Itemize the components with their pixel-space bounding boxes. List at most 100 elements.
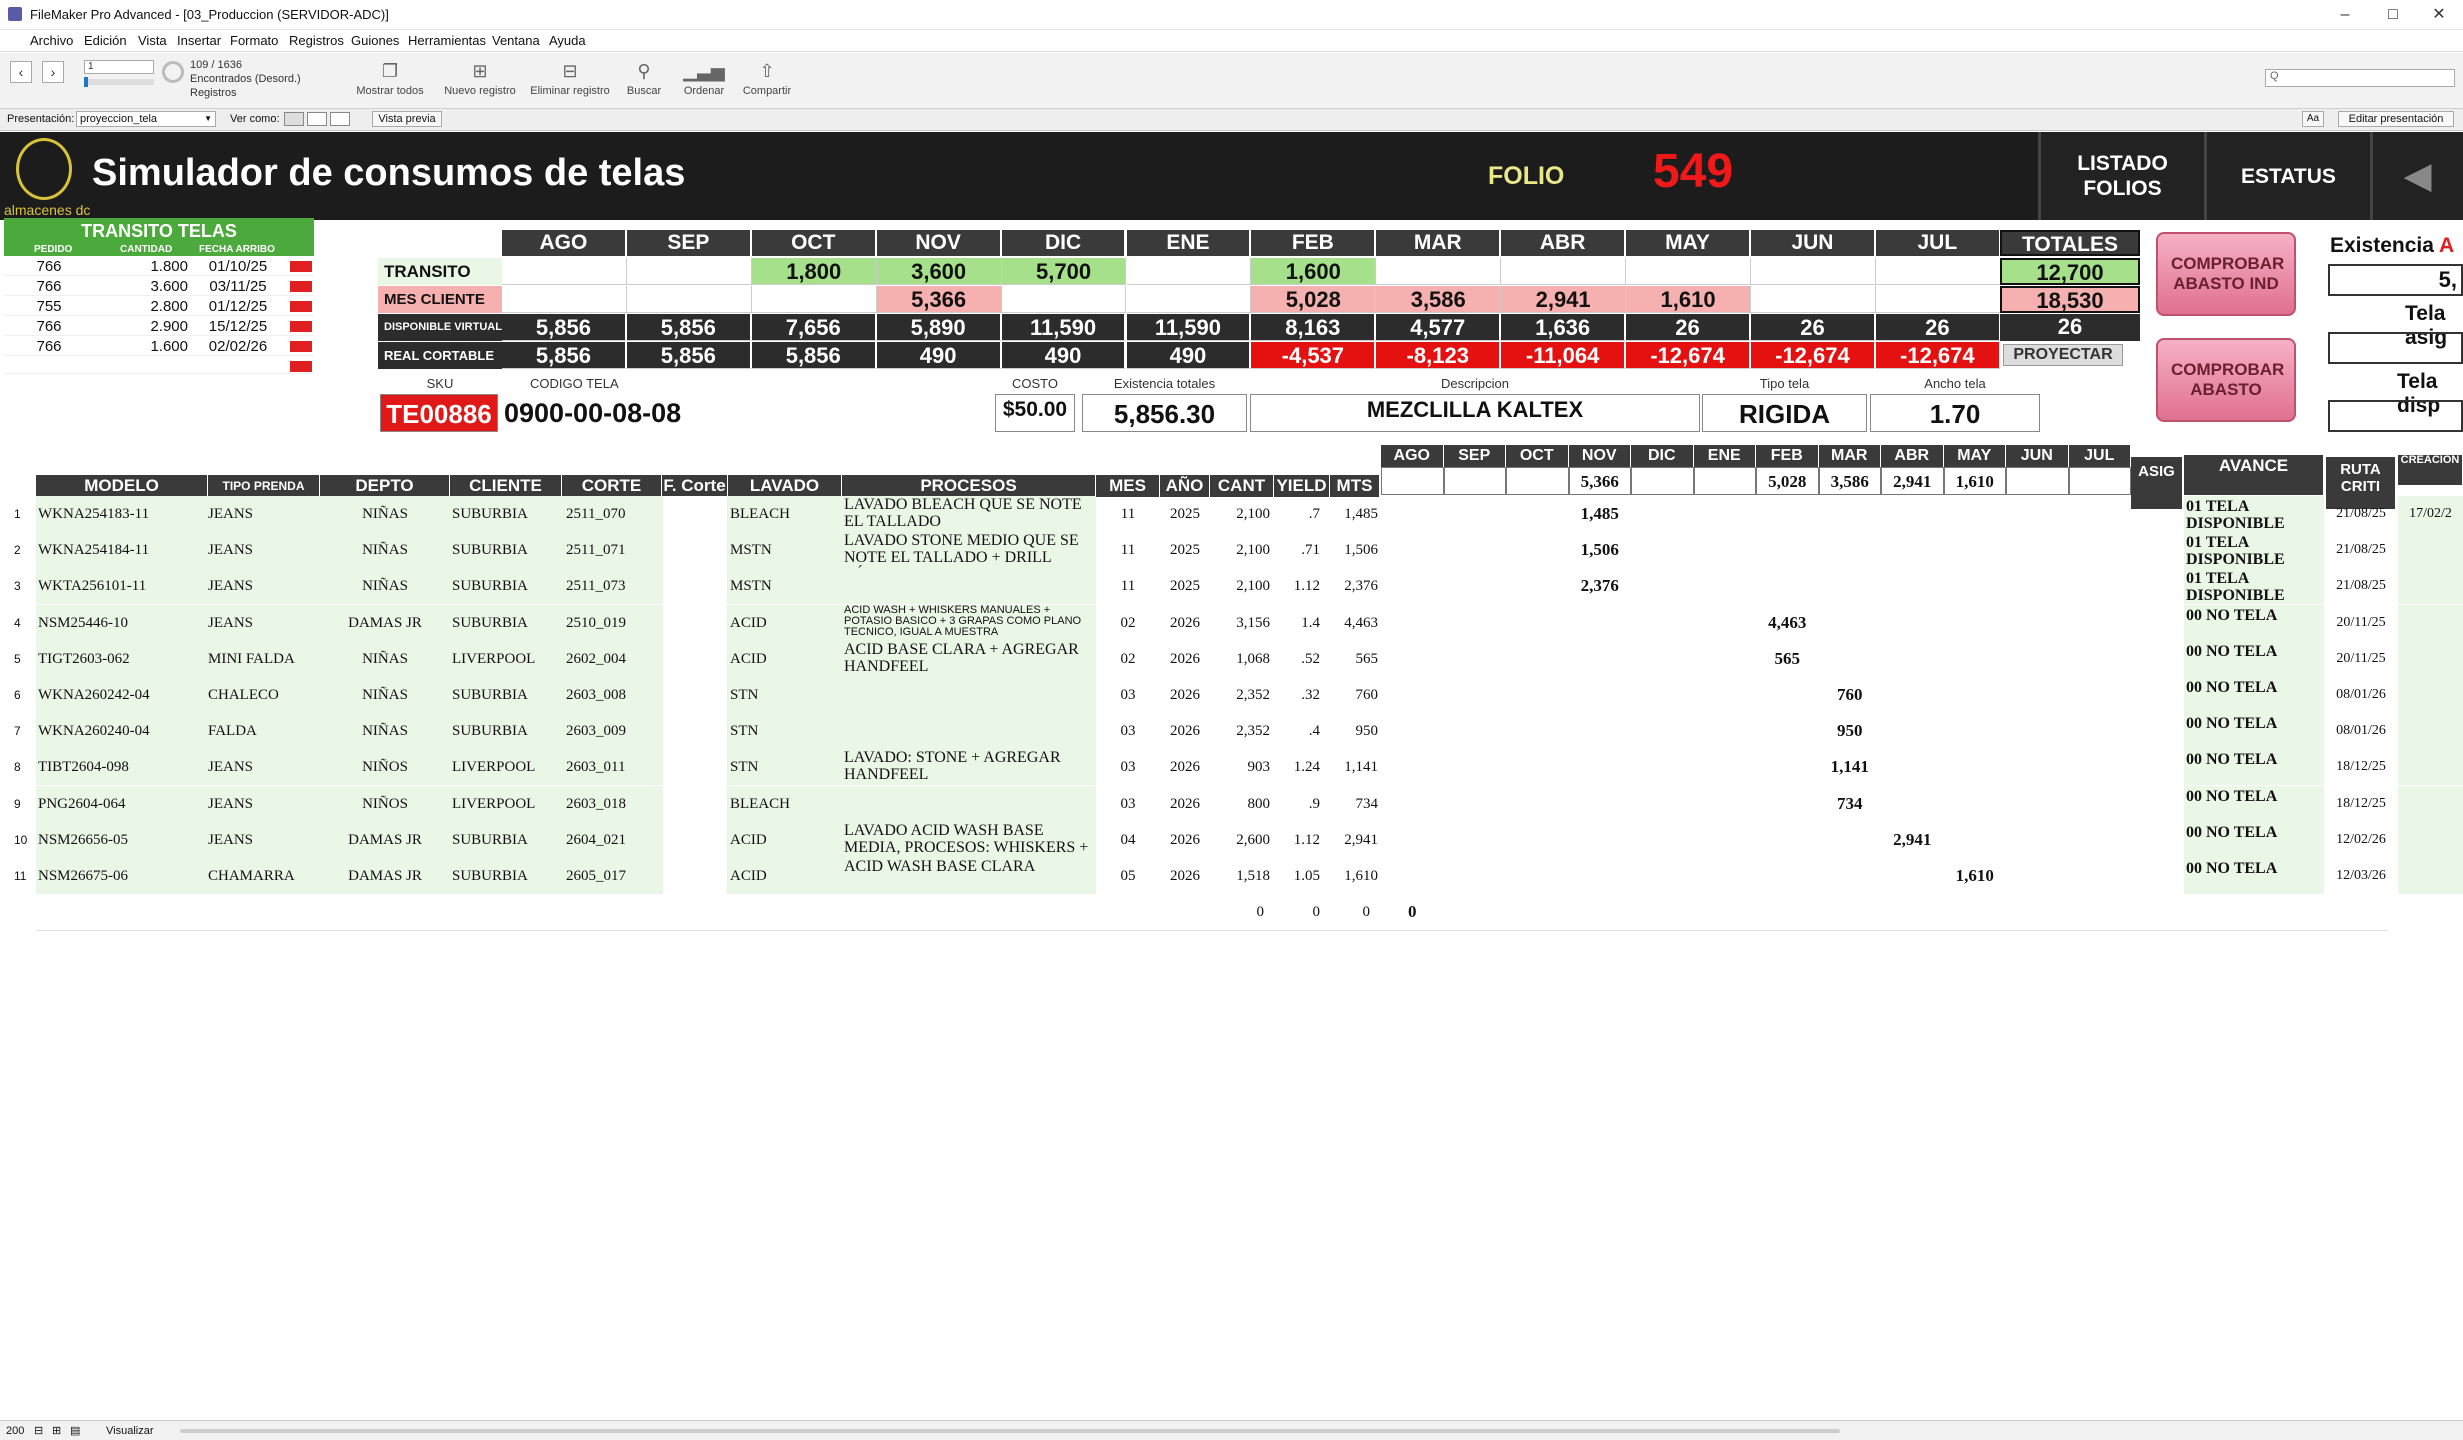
edit-layout-button[interactable]: Editar presentación	[2338, 111, 2454, 127]
month-header: JUN	[1751, 230, 1876, 256]
toolbar-toggle-icon[interactable]: ▤	[70, 1424, 80, 1437]
status-toolbar: ‹ › 1 109 / 1636 Encontrados (Desord.) R…	[0, 53, 2463, 109]
zoom-in-icon[interactable]: ⊞	[52, 1424, 61, 1437]
form-view-button[interactable]	[284, 112, 304, 126]
table-row[interactable]: 6 WKNA260242-04 CHALECO NIÑAS SUBURBIA 2603_0…	[0, 677, 2463, 713]
grid-cell	[1501, 258, 1627, 285]
table-row[interactable]: 10 NSM26656-05 JEANS DAMAS JR SUBURBIA 2604_0…	[0, 821, 2463, 858]
comprobar-abasto-button[interactable]: COMPROBAR ABASTO	[2156, 338, 2296, 422]
transito-flag	[290, 281, 312, 292]
menu-vista[interactable]: Vista	[138, 33, 167, 48]
cell-cant: 2,352	[1236, 687, 1270, 703]
row-number: 5	[14, 651, 21, 666]
transito-cell: 2.900	[150, 318, 188, 335]
cell-mts: 2,941	[1344, 831, 1378, 848]
estatus-button[interactable]: ESTATUS	[2204, 132, 2370, 220]
cell-tipo: JEANS	[208, 785, 320, 822]
sort-button[interactable]: ▁▃▅ Ordenar	[678, 61, 730, 97]
table-row[interactable]: 8 TIBT2604-098 JEANS NIÑOS LIVERPOOL 2603_011…	[0, 749, 2463, 786]
listado-folios-button[interactable]: LISTADO FOLIOS	[2038, 132, 2204, 220]
table-row[interactable]: 4 NSM25446-10 JEANS DAMAS JR SUBURBIA 2510_01…	[0, 604, 2463, 641]
new-record-button[interactable]: ⊞ Nuevo registro	[440, 61, 520, 97]
grid-cell	[1626, 258, 1751, 285]
table-row[interactable]: 3 WKTA256101-11 JEANS NIÑAS SUBURBIA 2511_073…	[0, 568, 2463, 605]
cell-fcorte	[662, 713, 728, 750]
cell-avance: 00 NO TELA	[2184, 677, 2324, 713]
grid-cell	[626, 258, 752, 285]
share-button[interactable]: ⇧ Compartir	[740, 61, 794, 97]
menu-edicion[interactable]: Edición	[84, 33, 127, 48]
cell-yield: 1.12	[1293, 831, 1320, 848]
cell-modelo: TIBT2604-098	[36, 749, 208, 786]
zoom-out-icon[interactable]: ⊟	[34, 1424, 43, 1437]
list-view-button[interactable]	[307, 112, 327, 126]
row-number: 7	[14, 724, 21, 739]
table-row[interactable]: 11 NSM26675-06 CHAMARRA DAMAS JR SUBURBIA 260…	[0, 858, 2463, 894]
cell-cant: 903	[1247, 759, 1271, 776]
show-all-button[interactable]: ❐ Mostrar todos	[352, 61, 428, 97]
cell-depto: NIÑAS	[320, 568, 450, 605]
cell-lavado: BLEACH	[728, 496, 842, 532]
record-slider[interactable]	[84, 77, 154, 87]
cell-tipo: FALDA	[208, 713, 320, 750]
table-month-header: ENE	[1693, 445, 1756, 467]
table-row[interactable]: 7 WKNA260240-04 FALDA NIÑAS SUBURBIA 2603_009…	[0, 713, 2463, 750]
proyectar-button[interactable]: PROYECTAR	[2003, 344, 2123, 366]
table-row[interactable]: 9 PNG2604-064 JEANS NIÑOS LIVERPOOL 2603_018 B…	[0, 785, 2463, 822]
grid-cell	[502, 258, 627, 285]
menu-registros[interactable]: Registros	[289, 33, 344, 48]
menu-formato[interactable]: Formato	[230, 33, 278, 48]
table-header: CLIENTE	[450, 475, 562, 497]
table-header: TIPO PRENDA	[208, 475, 320, 497]
transito-cell: 766	[36, 338, 62, 355]
comprobar-abasto-ind-button[interactable]: COMPROBAR ABASTO IND	[2156, 232, 2296, 316]
find-button[interactable]: ⚲ Buscar	[624, 61, 664, 97]
quick-find-input[interactable]: Q	[2265, 69, 2455, 87]
row-number: 2	[14, 543, 21, 558]
menu-insertar[interactable]: Insertar	[177, 33, 221, 48]
cell-mts: 4,463	[1344, 614, 1378, 631]
delete-record-button[interactable]: ⊟ Eliminar registro	[526, 61, 614, 97]
prev-record-button[interactable]: ‹	[10, 61, 32, 83]
cell-yield: .71	[1301, 542, 1320, 559]
cell-procesos: ACID WASH + WHISKERS MANUALES + POTASIO …	[842, 604, 1096, 641]
close-button[interactable]: ✕	[2417, 0, 2461, 30]
cell-creacion	[2398, 858, 2463, 894]
table-row[interactable]: 2 WKNA254184-11 JEANS NIÑAS SUBURBIA 2511_071…	[0, 532, 2463, 569]
formatting-bar-button[interactable]: Aa	[2302, 111, 2324, 127]
cell-ruta-critica: 12/03/26	[2336, 868, 2386, 883]
delete-record-icon: ⊟	[562, 61, 578, 81]
horizontal-scrollbar[interactable]	[180, 1429, 1840, 1433]
menu-herramientas[interactable]: Herramientas	[408, 33, 486, 48]
existencia-label: Existencia A	[2330, 234, 2455, 257]
maximize-button[interactable]: □	[2371, 0, 2415, 30]
menu-archivo[interactable]: Archivo	[30, 33, 73, 48]
record-number-input[interactable]: 1	[84, 60, 154, 74]
zoom-level[interactable]: 200	[6, 1425, 24, 1437]
cell-modelo: WKNA254184-11	[36, 532, 208, 569]
table-row[interactable]: 1 WKNA254183-11 JEANS NIÑAS SUBURBIA 2511_070…	[0, 496, 2463, 532]
layout-select[interactable]: proyeccion_tela ▼	[76, 111, 216, 127]
preview-button[interactable]: Vista previa	[372, 111, 442, 127]
cell-modelo: TIGT2603-062	[36, 640, 208, 677]
back-arrow-button[interactable]: ◀	[2370, 132, 2463, 220]
month-header: AGO	[502, 230, 627, 256]
cell-procesos: LAVADO STONE MEDIO QUE SE NOTE EL TALLAD…	[842, 532, 1096, 569]
grid-cell	[1001, 286, 1127, 313]
table-view-button[interactable]	[330, 112, 350, 126]
window-title: FileMaker Pro Advanced - [03_Produccion …	[30, 7, 389, 22]
cell-procesos	[842, 713, 1096, 750]
menu-ventana[interactable]: Ventana	[492, 33, 540, 48]
table-row[interactable]: 5 TIGT2603-062 MINI FALDA NIÑAS LIVERPOOL 260…	[0, 640, 2463, 677]
menu-ayuda[interactable]: Ayuda	[549, 33, 586, 48]
transito-cell: 02/02/26	[208, 338, 268, 355]
next-record-button[interactable]: ›	[42, 61, 64, 83]
month-consumption: 1,141	[1830, 757, 1869, 777]
grid-cell	[626, 286, 752, 313]
minimize-button[interactable]: –	[2323, 0, 2367, 30]
grid-cell: 2,941	[1501, 286, 1627, 313]
menu-guiones[interactable]: Guiones	[351, 33, 399, 48]
grid-cell	[1875, 258, 2001, 285]
month-consumption: 2,376	[1580, 576, 1619, 596]
folio-value: 549	[1653, 145, 1734, 198]
